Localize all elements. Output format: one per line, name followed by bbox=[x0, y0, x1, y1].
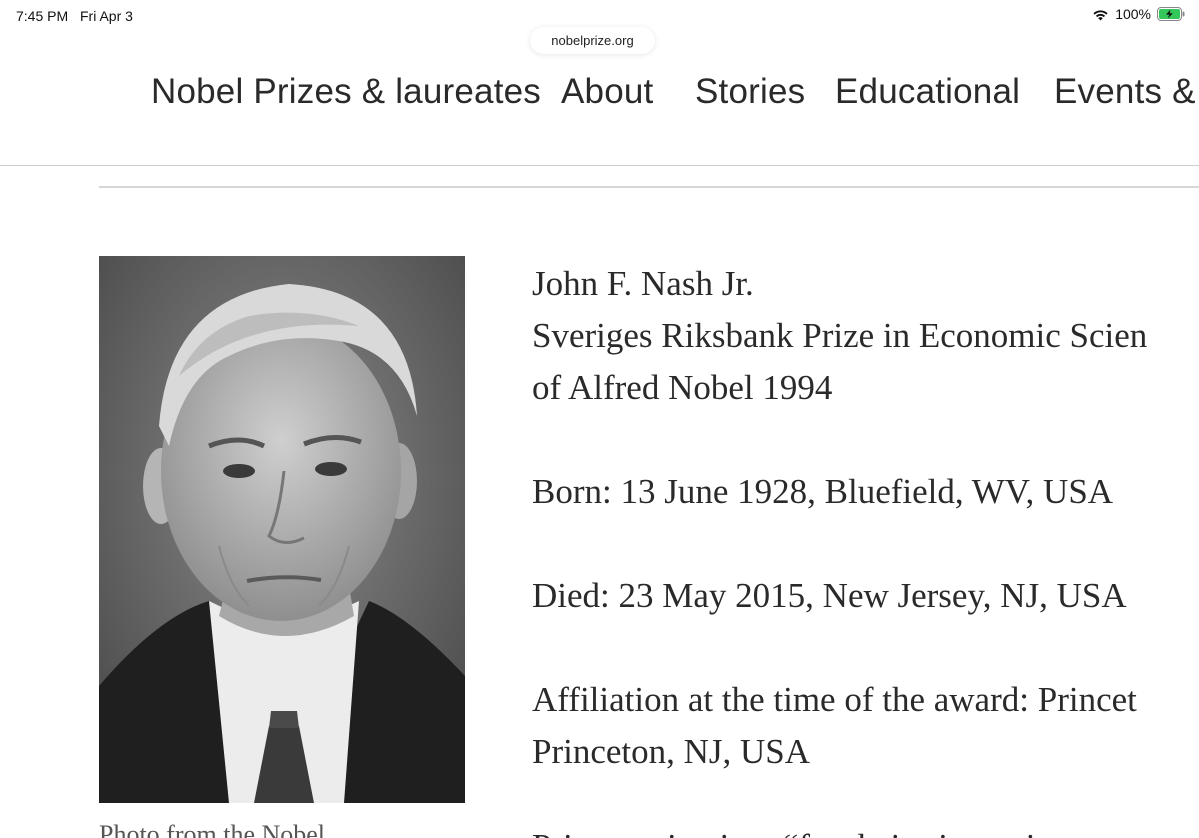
born-info: Born: 13 June 1928, Bluefield, WV, USA bbox=[532, 472, 1114, 511]
content-divider bbox=[99, 186, 1199, 188]
nav-item-stories[interactable]: Stories bbox=[695, 72, 805, 112]
status-indicators: 100% bbox=[1092, 6, 1185, 22]
battery-charging-icon bbox=[1157, 7, 1185, 21]
laureate-facts: John F. Nash Jr. Sveriges Riksbank Prize… bbox=[532, 258, 1199, 778]
prize-title-line1: Sveriges Riksbank Prize in Economic Scie… bbox=[532, 316, 1148, 355]
main-nav: Nobel Prizes & laureates About Stories E… bbox=[0, 62, 1199, 128]
affiliation-line2: Princeton, NJ, USA bbox=[532, 732, 811, 771]
battery-percent: 100% bbox=[1115, 6, 1151, 22]
nav-item-nobel-prizes-laureates[interactable]: Nobel Prizes & laureates bbox=[151, 72, 541, 112]
prize-title-line2: of Alfred Nobel 1994 bbox=[532, 368, 833, 407]
nav-item-educational[interactable]: Educational bbox=[835, 72, 1020, 112]
affiliation-line1: Affiliation at the time of the award: Pr… bbox=[532, 680, 1137, 719]
nav-item-about[interactable]: About bbox=[561, 72, 653, 112]
nav-divider bbox=[0, 165, 1199, 166]
died-info: Died: 23 May 2015, New Jersey, NJ, USA bbox=[532, 576, 1127, 615]
photo-caption: Photo from the Nobel bbox=[99, 820, 326, 838]
laureate-portrait bbox=[99, 256, 465, 803]
url-domain: nobelprize.org bbox=[551, 33, 634, 48]
status-time: 7:45 PM bbox=[16, 8, 69, 24]
wifi-icon bbox=[1092, 8, 1109, 21]
url-bar[interactable]: nobelprize.org bbox=[530, 27, 655, 54]
nav-item-events[interactable]: Events & r bbox=[1054, 72, 1199, 112]
laureate-name: John F. Nash Jr. bbox=[532, 264, 754, 303]
status-date: Fri Apr 3 bbox=[80, 8, 133, 24]
prize-motivation: Prize motivation: “for their pioneering bbox=[532, 827, 1199, 838]
